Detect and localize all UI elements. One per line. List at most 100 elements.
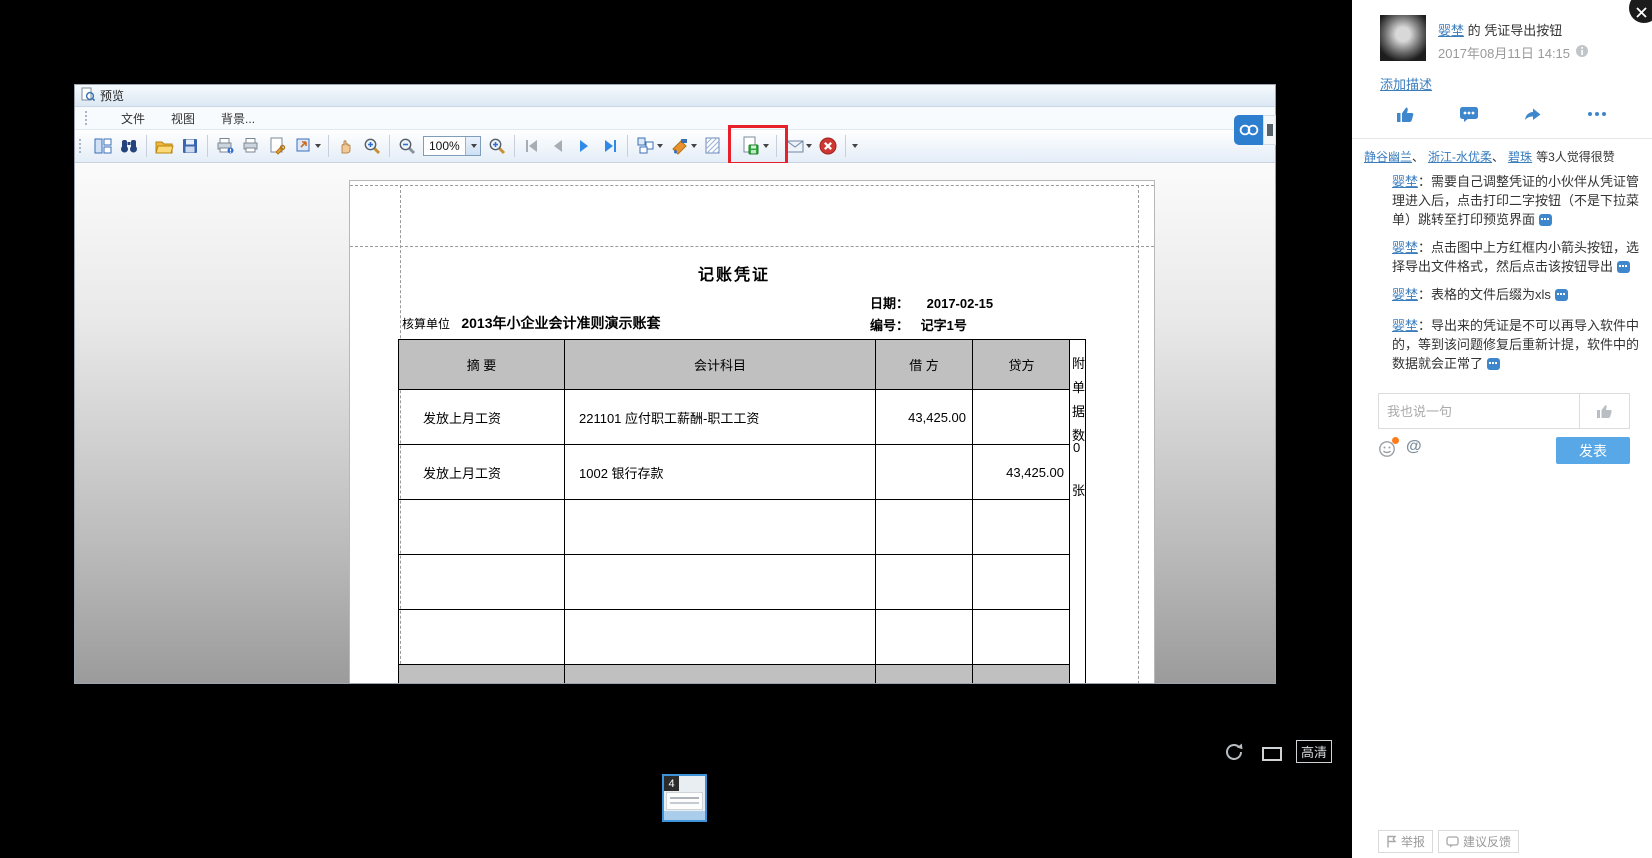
more-icon[interactable]: [1585, 104, 1609, 127]
cell-credit: [973, 555, 1071, 610]
cell-credit: [973, 390, 1071, 445]
table-row: [399, 610, 1071, 665]
report-button[interactable]: 举报: [1378, 830, 1433, 853]
zoom-combobox-button[interactable]: [465, 137, 480, 155]
thumbnail-page-number: 4: [664, 776, 679, 791]
post-button[interactable]: 发表: [1556, 437, 1630, 464]
original-size-icon[interactable]: [1262, 747, 1282, 761]
liker-link[interactable]: 碧珠: [1508, 150, 1532, 164]
open-folder-icon[interactable]: [152, 134, 176, 158]
comment-author-link[interactable]: 婴埜: [1392, 174, 1418, 189]
close-preview-button[interactable]: [816, 134, 840, 158]
comment-text: 表格的文件后缀为xls: [1431, 287, 1551, 302]
add-description-link[interactable]: 添加描述: [1380, 74, 1432, 93]
find-binoculars-icon[interactable]: [117, 134, 141, 158]
zoom-in-alt-icon[interactable]: [485, 134, 509, 158]
reply-comment-icon[interactable]: [1555, 289, 1568, 301]
print-icon[interactable]: [239, 134, 263, 158]
table-row: [399, 500, 1071, 555]
dropdown-caret: [315, 144, 321, 148]
export-dropdown-caret[interactable]: [763, 144, 769, 148]
cell-summary: [399, 610, 565, 665]
comment-panel: 婴埜 的 凭证导出按钮 2017年08月11日 14:15 添加描述 静谷幽兰、…: [1352, 0, 1652, 858]
liker-link[interactable]: 浙江-水优柔: [1428, 150, 1492, 164]
cell-summary: 发放上月工资: [399, 445, 565, 500]
reply-comment-icon[interactable]: [1487, 358, 1500, 370]
cell-debit: [876, 500, 973, 555]
timestamp: 2017年08月11日 14:15: [1438, 43, 1570, 62]
first-page-button[interactable]: [520, 134, 544, 158]
like-icon[interactable]: [1395, 104, 1417, 127]
previous-page-button[interactable]: [546, 134, 570, 158]
dropdown-caret: [657, 144, 663, 148]
screen-assist-badge[interactable]: [1234, 115, 1263, 145]
cell-debit: 43,425.00: [876, 390, 973, 445]
comment-list: 婴埜：需要自己调整凭证的小伙伴从凭证管理进入后，点击打印二字按钮（不是下拉菜单）…: [1392, 172, 1640, 382]
author-link[interactable]: 婴埜: [1438, 23, 1464, 38]
voucher-page: 记账凭证 日期： 2017-02-15 核算单位 2013年小企业会计准则演示账…: [349, 180, 1155, 683]
comment-author-link[interactable]: 婴埜: [1392, 318, 1418, 333]
likes-suffix: 等3人觉得很赞: [1536, 150, 1615, 164]
comment-author-link[interactable]: 婴埜: [1392, 287, 1418, 302]
flag-icon: [1386, 835, 1397, 848]
watermark-icon[interactable]: [701, 134, 725, 158]
menu-grip: [85, 111, 89, 125]
zoom-in-icon[interactable]: [360, 134, 384, 158]
reply-comment-icon[interactable]: [1539, 214, 1552, 226]
quick-like-button[interactable]: [1579, 394, 1629, 428]
comment-input[interactable]: [1379, 394, 1579, 428]
cell-summary: 发放上月工资: [399, 390, 565, 445]
hd-toggle[interactable]: 高清: [1296, 740, 1332, 763]
page-setup-icon[interactable]: [265, 134, 289, 158]
mention-icon[interactable]: @: [1406, 438, 1422, 456]
zoom-level-combobox[interactable]: 100%: [423, 136, 481, 156]
thumbnail-footer: [664, 811, 705, 820]
margin-guide-header: [350, 246, 1154, 247]
separator: [328, 135, 329, 157]
resize-page-button[interactable]: [291, 134, 323, 158]
likes-line: 静谷幽兰、浙江-水优柔、碧珠等3人觉得很赞: [1364, 148, 1648, 165]
header-credit: 贷方: [973, 340, 1071, 390]
comment-item: 婴埜：表格的文件后缀为xls: [1392, 285, 1640, 304]
feedback-button[interactable]: 建议反馈: [1438, 830, 1519, 853]
emoji-icon[interactable]: [1378, 440, 1396, 458]
hand-pan-icon[interactable]: [334, 134, 358, 158]
attachment-unit: 张: [1072, 480, 1085, 499]
dropdown-caret: [691, 144, 697, 148]
comment-item: 婴埜：点击图中上方红框内小箭头按钮，选择导出文件格式，然后点击该按钮导出: [1392, 238, 1640, 276]
liker-link[interactable]: 静谷幽兰: [1364, 150, 1412, 164]
menu-view[interactable]: 视图: [171, 110, 195, 127]
next-page-button[interactable]: [572, 134, 596, 158]
voucher-unit-line: 核算单位 2013年小企业会计准则演示账套: [402, 313, 661, 333]
separator: [389, 135, 390, 157]
info-icon[interactable]: [1575, 44, 1589, 61]
menu-background[interactable]: 背景...: [221, 110, 255, 127]
rotate-icon[interactable]: [1223, 741, 1245, 768]
background-color-button[interactable]: [667, 134, 699, 158]
page-layout-icon[interactable]: [91, 134, 115, 158]
separator: [730, 135, 731, 157]
menu-file[interactable]: 文件: [121, 110, 145, 127]
cell-account: 221101 应付职工薪酬-职工工资: [565, 390, 876, 445]
avatar[interactable]: [1380, 15, 1426, 61]
total-in-words: 肆万叁仟肆佰贰拾伍元整: [565, 665, 876, 684]
comment-icon[interactable]: [1458, 104, 1480, 127]
comment-author-link[interactable]: 婴埜: [1392, 240, 1418, 255]
reply-comment-icon[interactable]: [1617, 261, 1630, 273]
cell-debit: [876, 555, 973, 610]
zoom-out-icon[interactable]: [395, 134, 419, 158]
mail-button[interactable]: [782, 134, 814, 158]
export-file-button[interactable]: [738, 134, 762, 158]
toolbar: 100%: [75, 130, 1275, 163]
total-credit: 43425.00: [973, 665, 1071, 684]
print-preview-icon[interactable]: [213, 134, 237, 158]
total-label: 合 计: [399, 665, 565, 684]
last-page-button[interactable]: [598, 134, 622, 158]
share-icon[interactable]: [1522, 104, 1544, 127]
page-thumbnail-selected[interactable]: 4: [662, 774, 707, 822]
save-icon[interactable]: [178, 134, 202, 158]
thumbnail-preview: [666, 792, 703, 810]
toolbar-overflow-caret[interactable]: [852, 144, 858, 148]
multi-page-layout-button[interactable]: [633, 134, 665, 158]
cell-debit: [876, 445, 973, 500]
